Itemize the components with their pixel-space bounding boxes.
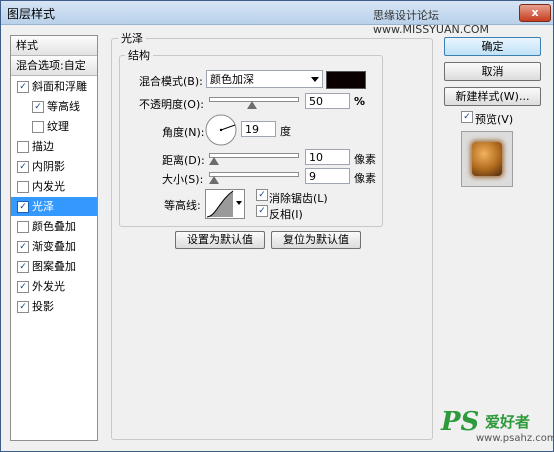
inner-glow-label: 内发光 [32, 180, 65, 193]
gradient-overlay-label: 渐变叠加 [32, 240, 76, 253]
satin-checkbox[interactable]: ✓ [17, 201, 29, 213]
blend-mode-select[interactable]: 颜色加深 [206, 70, 323, 88]
contour-curve-icon [206, 190, 234, 218]
style-item-inner-glow[interactable]: 内发光 [11, 177, 97, 196]
color-overlay-label: 颜色叠加 [32, 220, 76, 233]
angle-dial[interactable] [205, 114, 237, 146]
size-unit: 像素 [354, 172, 376, 185]
satin-color-swatch[interactable] [326, 71, 366, 89]
inner-shadow-label: 内阴影 [32, 160, 65, 173]
reset-default-button[interactable]: 复位为默认值 [271, 231, 361, 249]
drop-shadow-label: 投影 [32, 300, 54, 313]
size-slider[interactable] [209, 172, 299, 177]
opacity-label: 不透明度(O): [139, 98, 204, 111]
color-overlay-checkbox[interactable] [17, 221, 29, 233]
invert-label: 反相(I) [269, 208, 303, 221]
pattern-overlay-checkbox[interactable]: ✓ [17, 261, 29, 273]
style-item-bevel-emboss[interactable]: ✓ 斜面和浮雕 [11, 77, 97, 96]
style-list: 样式 混合选项:自定 ✓ 斜面和浮雕 ✓ 等高线 纹理 描边 ✓ 内阴影 内发光… [10, 35, 98, 441]
style-item-gradient-overlay[interactable]: ✓ 渐变叠加 [11, 237, 97, 256]
structure-group-title: 结构 [125, 47, 153, 63]
bevel-emboss-checkbox[interactable]: ✓ [17, 81, 29, 93]
gradient-overlay-checkbox[interactable]: ✓ [17, 241, 29, 253]
angle-label: 角度(N): [162, 126, 205, 139]
distance-input[interactable]: 10 [305, 149, 350, 165]
pattern-overlay-label: 图案叠加 [32, 260, 76, 273]
contour-checkbox[interactable]: ✓ [32, 101, 44, 113]
inner-shadow-checkbox[interactable]: ✓ [17, 161, 29, 173]
style-item-outer-glow[interactable]: ✓ 外发光 [11, 277, 97, 296]
angle-input[interactable]: 19 [241, 121, 276, 137]
dialog-title: 图层样式 [7, 7, 56, 21]
style-item-contour[interactable]: ✓ 等高线 [11, 97, 97, 116]
style-item-inner-shadow[interactable]: ✓ 内阴影 [11, 157, 97, 176]
style-item-stroke[interactable]: 描边 [11, 137, 97, 156]
ok-button[interactable]: 确定 [444, 37, 541, 56]
style-item-satin[interactable]: ✓ 光泽 [11, 197, 97, 216]
distance-slider-thumb[interactable] [209, 157, 219, 165]
close-icon: x [531, 6, 539, 19]
size-slider-thumb[interactable] [209, 176, 219, 184]
chevron-down-icon [311, 77, 319, 82]
style-item-texture[interactable]: 纹理 [11, 117, 97, 136]
close-button[interactable]: x [519, 4, 551, 22]
opacity-unit: % [354, 95, 366, 108]
site-name: 爱好者 [485, 413, 531, 431]
distance-label: 距离(D): [162, 154, 205, 167]
new-style-button[interactable]: 新建样式(W)... [444, 87, 541, 106]
ps-logo: PS [441, 407, 480, 437]
title-bar: 图层样式 思缘设计论坛 www.MISSYUAN.COM x [1, 1, 553, 36]
opacity-input[interactable]: 50 [305, 93, 350, 109]
contour-label: 等高线 [47, 100, 80, 113]
texture-checkbox[interactable] [32, 121, 44, 133]
stroke-checkbox[interactable] [17, 141, 29, 153]
satin-label: 光泽 [32, 200, 54, 213]
style-item-pattern-overlay[interactable]: ✓ 图案叠加 [11, 257, 97, 276]
bevel-emboss-label: 斜面和浮雕 [32, 80, 87, 93]
invert-checkbox[interactable]: ✓ [256, 205, 268, 217]
contour-dropdown-icon [236, 201, 242, 205]
style-preview [461, 131, 513, 187]
size-label: 大小(S): [162, 173, 204, 186]
anti-alias-checkbox[interactable]: ✓ [256, 189, 268, 201]
preview-swatch [472, 142, 502, 176]
blend-mode-value: 颜色加深 [210, 73, 254, 86]
distance-unit: 像素 [354, 153, 376, 166]
outer-glow-checkbox[interactable]: ✓ [17, 281, 29, 293]
cancel-button[interactable]: 取消 [444, 62, 541, 81]
distance-slider[interactable] [209, 153, 299, 158]
stroke-label: 描边 [32, 140, 54, 153]
blending-options-label: 混合选项:自定 [16, 59, 86, 72]
blending-options-item[interactable]: 混合选项:自定 [11, 56, 97, 76]
styles-header[interactable]: 样式 [11, 36, 97, 56]
inner-glow-checkbox[interactable] [17, 181, 29, 193]
preview-label: 预览(V) [475, 113, 514, 126]
outer-glow-label: 外发光 [32, 280, 65, 293]
blend-mode-label: 混合模式(B): [139, 75, 203, 88]
contour-picker[interactable] [205, 189, 245, 219]
layer-style-dialog: 图层样式 思缘设计论坛 www.MISSYUAN.COM x 样式 混合选项:自… [0, 0, 554, 452]
texture-label: 纹理 [47, 120, 69, 133]
contour-label: 等高线: [164, 199, 201, 212]
site-url: www.psahz.com [476, 433, 554, 444]
preview-checkbox[interactable]: ✓ [461, 111, 473, 123]
drop-shadow-checkbox[interactable]: ✓ [17, 301, 29, 313]
size-input[interactable]: 9 [305, 168, 350, 184]
styles-header-label: 样式 [16, 39, 38, 52]
satin-group-title: 光泽 [118, 30, 146, 46]
opacity-slider-thumb[interactable] [247, 101, 257, 109]
style-item-color-overlay[interactable]: 颜色叠加 [11, 217, 97, 236]
angle-unit: 度 [280, 125, 291, 138]
style-item-drop-shadow[interactable]: ✓ 投影 [11, 297, 97, 316]
anti-alias-label: 消除锯齿(L) [269, 192, 328, 205]
make-default-button[interactable]: 设置为默认值 [175, 231, 265, 249]
